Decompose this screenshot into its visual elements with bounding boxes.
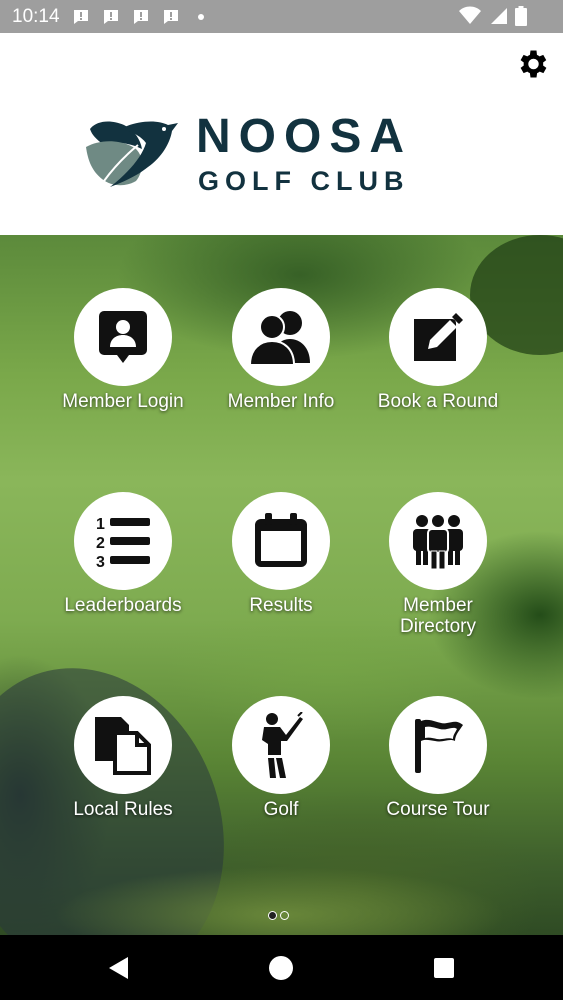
tile-label: Results <box>249 595 313 616</box>
documents-icon <box>95 717 151 775</box>
bird-logo-icon <box>86 121 178 187</box>
tile-icon-circle <box>389 696 487 794</box>
status-icons <box>451 6 527 26</box>
logo-title: NOOSA <box>196 110 413 163</box>
logo-subtitle: GOLF CLUB <box>198 166 410 196</box>
tile-course-tour[interactable]: Course Tour <box>363 696 513 820</box>
member-info-icon <box>248 311 310 365</box>
page-dot[interactable] <box>280 911 289 920</box>
gear-icon[interactable] <box>514 46 550 82</box>
alert-icon <box>72 8 90 26</box>
home-menu: Member Login Member Info Book a Round 1 … <box>0 235 563 935</box>
app-header: NOOSA GOLF CLUB <box>0 33 563 235</box>
tile-icon-circle <box>389 492 487 590</box>
member-login-icon <box>99 311 147 363</box>
alert-icon <box>132 8 150 26</box>
page-dot-active[interactable] <box>268 911 277 920</box>
tile-icon-circle: 1 2 3 <box>74 492 172 590</box>
tile-label: Leaderboards <box>64 595 182 616</box>
wifi-icon <box>459 6 481 26</box>
tile-golf[interactable]: Golf <box>206 696 356 820</box>
tile-results[interactable]: Results <box>206 492 356 616</box>
page-indicator <box>268 911 292 920</box>
tile-label: Course Tour <box>386 799 490 820</box>
back-icon[interactable] <box>106 955 132 981</box>
recents-icon[interactable] <box>431 955 457 981</box>
system-nav-bar <box>0 935 563 1000</box>
tile-label: Member Info <box>227 391 335 412</box>
tile-label: Golf <box>263 799 299 820</box>
edit-icon <box>414 313 463 361</box>
tile-label: Member Login <box>62 391 184 412</box>
numbered-list-icon: 1 2 3 <box>96 516 150 570</box>
tile-leaderboards[interactable]: 1 2 3 Leaderboards <box>48 492 198 616</box>
more-notifications-dot <box>197 13 204 20</box>
tile-icon-circle <box>232 492 330 590</box>
tile-member-login[interactable]: Member Login <box>48 288 198 412</box>
golfer-icon <box>262 712 303 778</box>
group-icon <box>413 515 463 569</box>
svg-text:2: 2 <box>96 535 105 552</box>
tile-member-info[interactable]: Member Info <box>206 288 356 412</box>
tile-icon-circle <box>389 288 487 386</box>
tile-book-a-round[interactable]: Book a Round <box>363 288 513 412</box>
tile-label: Book a Round <box>377 391 499 412</box>
tile-label: Member Directory <box>399 595 476 637</box>
tile-local-rules[interactable]: Local Rules <box>48 696 198 820</box>
club-logo: NOOSA GOLF CLUB <box>86 109 466 201</box>
svg-text:1: 1 <box>96 516 105 533</box>
tile-icon-circle <box>232 288 330 386</box>
tile-label: Local Rules <box>73 799 173 820</box>
tile-icon-circle <box>74 696 172 794</box>
battery-icon <box>515 6 527 26</box>
home-icon[interactable] <box>268 955 294 981</box>
tile-icon-circle <box>74 288 172 386</box>
background-bushes <box>0 835 563 935</box>
svg-text:3: 3 <box>96 554 105 570</box>
flag-icon <box>415 719 463 773</box>
status-time: 10:14 <box>12 5 60 27</box>
tile-member-directory[interactable]: Member Directory <box>363 492 513 637</box>
signal-icon <box>489 6 507 26</box>
status-bar: 10:14 <box>0 0 563 33</box>
alert-icon <box>162 8 180 26</box>
calendar-icon <box>255 513 307 567</box>
alert-icon <box>102 8 120 26</box>
tile-icon-circle <box>232 696 330 794</box>
